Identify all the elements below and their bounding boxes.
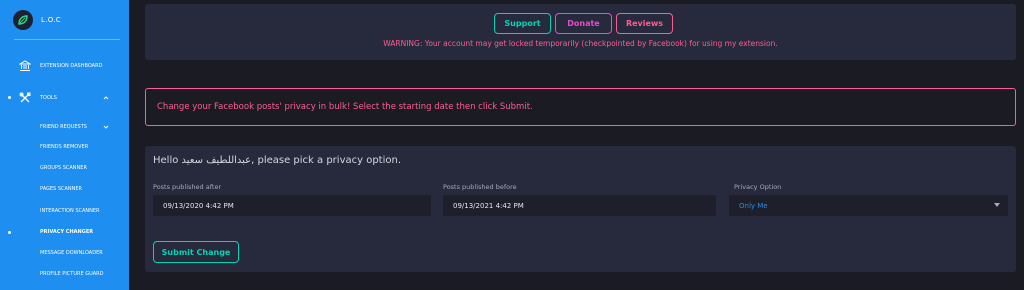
posts-after-field[interactable]: 09/13/2020 4:42 PM <box>153 195 431 216</box>
donate-button[interactable]: Donate <box>555 13 612 34</box>
posts-after-label: Posts published after <box>153 183 222 191</box>
info-alert: Change your Facebook posts' privacy in b… <box>145 88 1016 126</box>
alert-text: Change your Facebook posts' privacy in b… <box>157 102 533 112</box>
header-panel: Support Donate Reviews WARNING: Your acc… <box>145 4 1016 60</box>
sidebar-item-pages-scanner[interactable]: PAGES SCANNER <box>40 186 82 192</box>
active-dot <box>8 231 11 234</box>
sidebar-item-interaction-scanner[interactable]: INTERACTION SCANNER <box>40 208 100 214</box>
sidebar-item-friend-requests[interactable]: FRIEND REQUESTS <box>0 121 129 133</box>
sidebar-item-groups-scanner[interactable]: GROUPS SCANNER <box>40 165 87 171</box>
privacy-option-select[interactable]: Only Me <box>729 195 1008 216</box>
reviews-button[interactable]: Reviews <box>616 13 673 34</box>
sidebar-item-label: EXTENSION DASHBOARD <box>40 63 103 69</box>
privacy-option-label: Privacy Option <box>734 183 782 191</box>
greeting: Hello عبداللطيف سعيد, please pick a priv… <box>153 155 402 166</box>
divider <box>14 39 120 40</box>
sidebar: L.O.C EXTENSION DASHBOARD TOOLS FRIEND R… <box>0 0 129 290</box>
privacy-option-value: Only Me <box>739 201 768 210</box>
brand[interactable]: L.O.C <box>13 10 61 30</box>
brand-title: L.O.C <box>41 16 61 24</box>
sidebar-item-message-downloader[interactable]: MESSAGE DOWNLOADER <box>40 250 103 256</box>
chevron-up-icon <box>103 95 109 101</box>
nav-dot <box>8 96 11 99</box>
caret-down-icon <box>994 203 1000 207</box>
header-buttons: Support Donate Reviews <box>494 13 673 34</box>
warning-text: WARNING: Your account may get locked tem… <box>383 39 778 48</box>
submit-change-button[interactable]: Submit Change <box>153 241 239 263</box>
sidebar-item-label: TOOLS <box>40 95 57 101</box>
sidebar-item-friends-remover[interactable]: FRIENDS REMOVER <box>40 144 88 150</box>
sidebar-item-label: FRIEND REQUESTS <box>40 124 87 130</box>
chevron-down-icon <box>103 124 109 130</box>
tools-icon <box>18 91 32 105</box>
posts-before-value: 09/13/2021 4:42 PM <box>453 201 524 210</box>
sidebar-item-dashboard[interactable]: EXTENSION DASHBOARD <box>0 59 129 73</box>
bank-icon <box>18 59 32 73</box>
sidebar-item-tools[interactable]: TOOLS <box>0 91 129 105</box>
sidebar-item-privacy-changer[interactable]: PRIVACY CHANGER <box>40 229 93 235</box>
posts-after-value: 09/13/2020 4:42 PM <box>163 201 234 210</box>
sidebar-item-profile-picture-guard[interactable]: PROFILE PICTURE GUARD <box>40 271 104 277</box>
posts-before-field[interactable]: 09/13/2021 4:42 PM <box>443 195 716 216</box>
support-button[interactable]: Support <box>494 13 551 34</box>
privacy-form: Hello عبداللطيف سعيد, please pick a priv… <box>145 146 1016 272</box>
leaf-logo-icon <box>13 10 33 30</box>
posts-before-label: Posts published before <box>443 183 517 191</box>
